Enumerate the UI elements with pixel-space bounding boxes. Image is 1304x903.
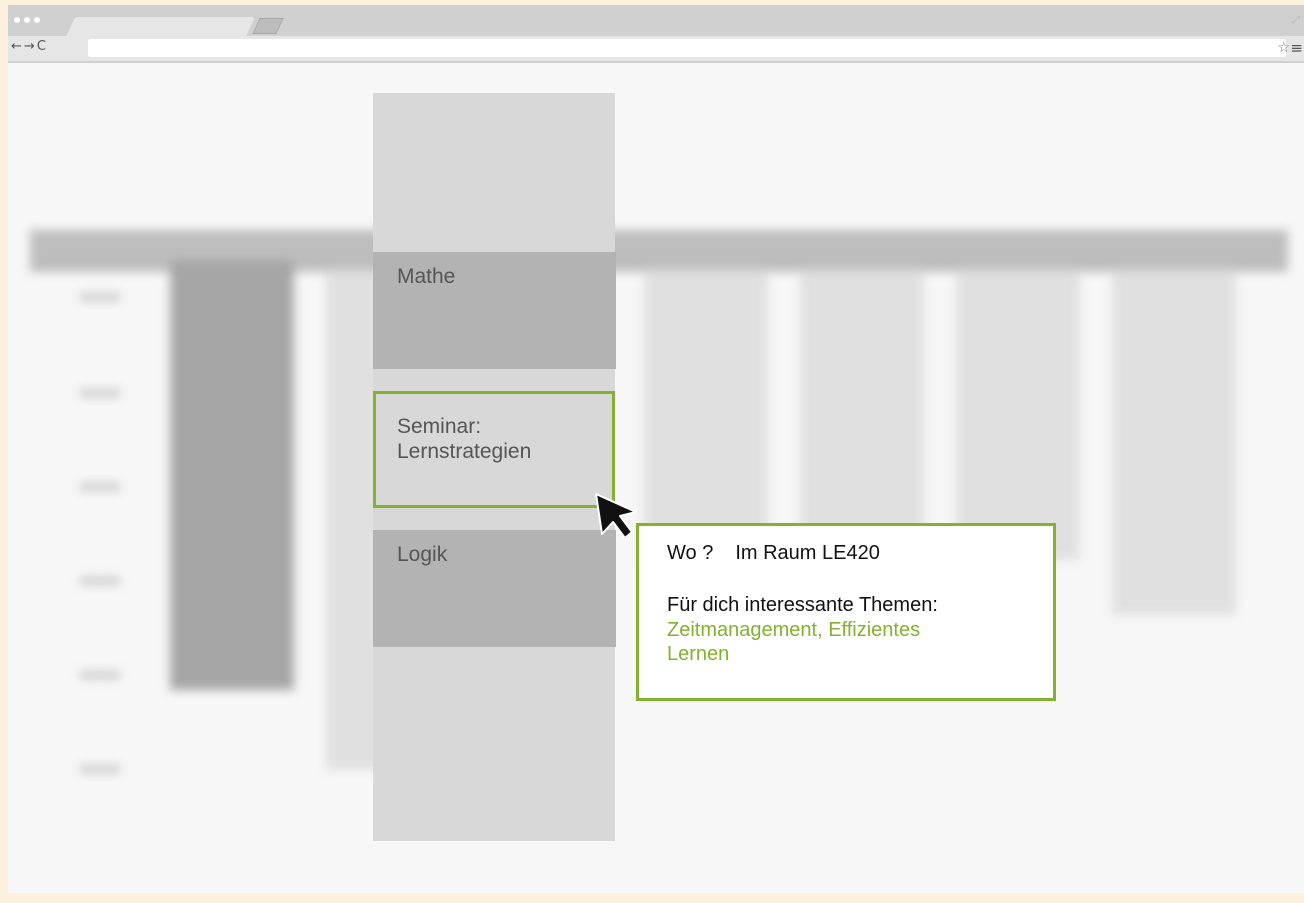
course-block-logik[interactable]: Logik [373, 530, 616, 647]
back-arrow-icon[interactable]: ← [11, 39, 24, 54]
course-info-tooltip: Wo ? Im Raum LE420 Für dich interessante… [636, 523, 1056, 701]
address-bar[interactable] [88, 39, 1286, 57]
window-controls[interactable] [14, 17, 40, 23]
browser-titlebar: ⤢ [8, 5, 1304, 39]
course-label: Mathe [397, 265, 456, 288]
time-label [80, 293, 120, 301]
time-label [80, 671, 120, 679]
browser-navbar: ←→C ☆ ≡ [8, 36, 1304, 63]
reload-icon[interactable]: C [37, 39, 48, 54]
time-label [80, 483, 120, 491]
course-label-line2: Lernstrategien [397, 440, 532, 464]
new-tab-button[interactable] [252, 18, 284, 34]
topics-line2: Lernen [667, 643, 730, 666]
menu-icon[interactable]: ≡ [1290, 39, 1303, 57]
browser-window: ⤢ ←→C ☆ ≡ [8, 5, 1304, 893]
time-label [80, 577, 120, 585]
schedule-column-dark [170, 260, 294, 690]
time-label [80, 389, 120, 397]
topics-heading: Für dich interessante Themen: [667, 594, 938, 617]
blurred-schedule-background [8, 65, 1304, 885]
forward-arrow-icon[interactable]: → [24, 39, 37, 54]
nav-buttons: ←→C [11, 39, 48, 54]
schedule-column [1112, 270, 1236, 615]
course-label: Logik [397, 543, 448, 566]
course-block-mathe[interactable]: Mathe [373, 252, 616, 369]
where-label: Wo ? [667, 542, 714, 564]
minimize-window-dot[interactable] [24, 17, 30, 23]
fullscreen-icon[interactable]: ⤢ [1292, 15, 1300, 26]
schedule-column [800, 270, 924, 560]
maximize-window-dot[interactable] [34, 17, 40, 23]
time-label [80, 765, 120, 773]
schedule-column [956, 270, 1080, 560]
room-value: Im Raum LE420 [735, 542, 880, 564]
course-label-line1: Seminar: [397, 415, 482, 438]
schedule-column [644, 270, 768, 560]
course-block-seminar[interactable]: Seminar: Lernstrategien [373, 391, 615, 508]
close-window-dot[interactable] [14, 17, 20, 23]
topics-line1: Zeitmanagement, Effizientes [667, 618, 921, 641]
star-icon[interactable]: ☆ [1277, 40, 1290, 56]
